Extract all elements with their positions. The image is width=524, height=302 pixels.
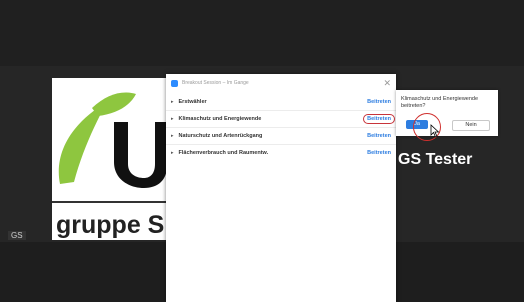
room-row[interactable]: ▸ Naturschutz und Artenrückgang Beitrete…: [166, 127, 396, 144]
no-button[interactable]: Nein: [452, 120, 490, 131]
chevron-right-icon[interactable]: ▸: [171, 150, 174, 156]
chevron-right-icon[interactable]: ▸: [171, 116, 174, 122]
dialog-titlebar: Breakout Session – Im Gange ✕: [166, 74, 396, 92]
chevron-right-icon[interactable]: ▸: [171, 99, 174, 105]
chevron-right-icon[interactable]: ▸: [171, 133, 174, 139]
breakout-rooms-dialog: Breakout Session – Im Gange ✕ ▸ Erstwähl…: [166, 74, 396, 302]
party-logo-icon: [58, 92, 167, 188]
join-room-button[interactable]: Beitreten: [367, 99, 391, 105]
join-room-button[interactable]: Beitreten: [363, 114, 395, 124]
participant-name: GS Tester: [398, 151, 473, 168]
room-name: Flächenverbrauch und Raumentw.: [178, 150, 269, 156]
slide-divider: [52, 201, 167, 203]
room-row[interactable]: ▸ Klimaschutz und Energiewende Beitreten: [166, 110, 396, 127]
app-icon: [171, 79, 178, 87]
room-name: Klimaschutz und Energiewende: [178, 116, 262, 122]
confirm-message: Klimaschutz und Energiewende beitreten?: [401, 96, 479, 109]
participant-tag: GS: [8, 231, 26, 240]
join-room-button[interactable]: Beitreten: [367, 150, 391, 156]
top-dark-area: [0, 0, 524, 66]
room-name: Erstwähler: [178, 99, 207, 105]
mouse-pointer-icon: [430, 124, 440, 138]
room-row[interactable]: ▸ Erstwähler Beitreten: [166, 94, 396, 110]
close-icon[interactable]: ✕: [383, 78, 391, 89]
join-room-button[interactable]: Beitreten: [367, 133, 391, 139]
room-name: Naturschutz und Artenrückgang: [178, 133, 263, 139]
join-confirm-popup: Klimaschutz und Energiewende beitreten? …: [396, 90, 498, 136]
room-row[interactable]: ▸ Flächenverbrauch und Raumentw. Beitret…: [166, 144, 396, 161]
dialog-title: Breakout Session – Im Gange: [182, 80, 249, 86]
room-list: ▸ Erstwähler Beitreten ▸ Klimaschutz und…: [166, 94, 396, 161]
shared-slide: gruppe S: [52, 78, 167, 240]
slide-footer-text: gruppe S: [56, 211, 165, 239]
